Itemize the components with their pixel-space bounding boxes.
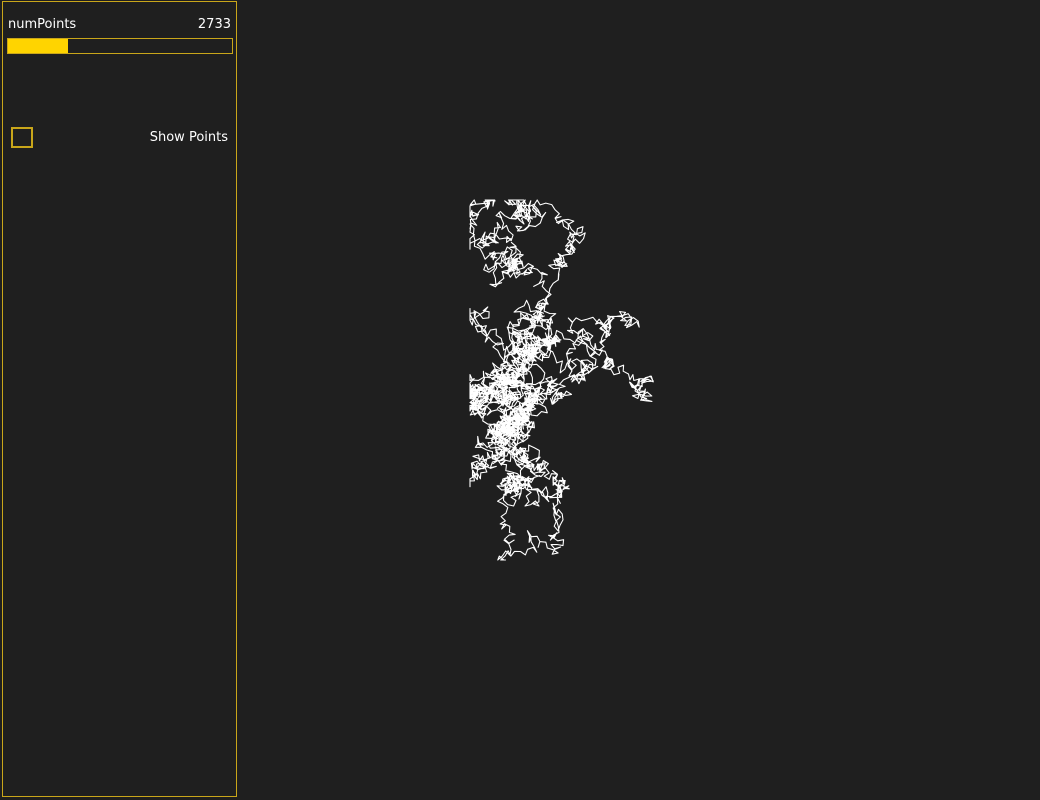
num-points-slider[interactable] xyxy=(7,38,233,54)
random-walk-path xyxy=(469,199,654,561)
num-points-value: 2733 xyxy=(197,17,231,32)
num-points-label: numPoints xyxy=(8,17,77,32)
random-walk-canvas xyxy=(469,199,654,561)
show-points-label: Show Points xyxy=(149,130,228,145)
controls-panel: numPoints 2733 Show Points xyxy=(2,1,237,797)
show-points-checkbox[interactable] xyxy=(11,127,33,148)
num-points-slider-fill xyxy=(8,39,69,53)
